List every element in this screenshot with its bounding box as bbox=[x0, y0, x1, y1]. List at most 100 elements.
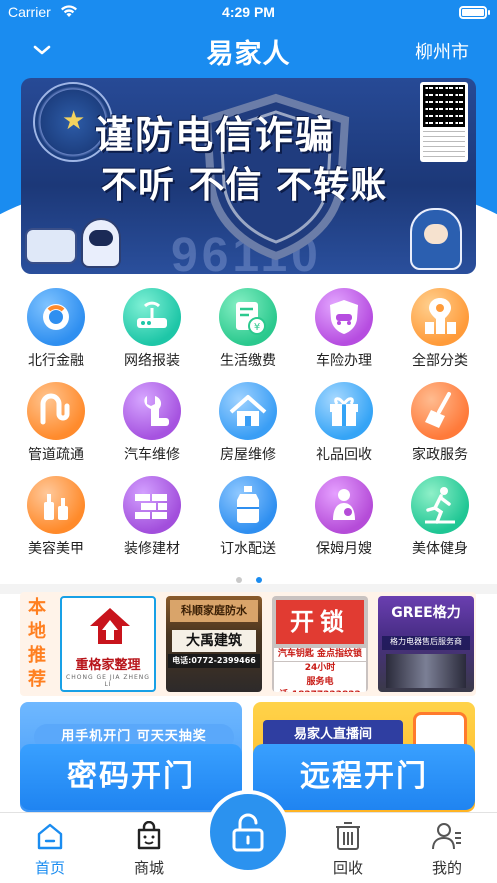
tab-label: 商城 bbox=[133, 859, 164, 877]
service-bank-finance[interactable]: 北行金融 bbox=[10, 286, 102, 380]
service-label: 美容美甲 bbox=[28, 541, 84, 557]
water-bottle-icon bbox=[219, 476, 277, 534]
unlock-center-button[interactable] bbox=[206, 790, 290, 874]
service-label: 网络报装 bbox=[124, 353, 180, 369]
service-gift-recycle[interactable]: 礼品回收 bbox=[298, 380, 390, 474]
service-house-repair[interactable]: 房屋维修 bbox=[202, 380, 294, 474]
card-line: 汽车钥匙 金点指纹锁 bbox=[274, 648, 366, 661]
promo-password-door[interactable]: 用手机开门 可天天抽奖 密码开门 bbox=[20, 702, 242, 812]
grid-pager bbox=[0, 568, 497, 583]
card-sign: 科顺家庭防水 bbox=[170, 600, 258, 622]
qr-code-icon bbox=[420, 82, 468, 162]
bricks-icon bbox=[123, 476, 181, 534]
star-icon: ★ bbox=[62, 106, 86, 136]
qr-caption-lines bbox=[423, 131, 465, 161]
unlock-icon bbox=[232, 813, 264, 852]
tab-label: 回收 bbox=[332, 859, 363, 877]
card-phone: 电话:0772-2399466 bbox=[168, 654, 260, 668]
service-label: 美体健身 bbox=[412, 541, 468, 557]
service-all-categories[interactable]: 全部分类 bbox=[394, 286, 486, 380]
bank-finance-icon bbox=[27, 288, 85, 346]
service-beauty-nails[interactable]: 美容美甲 bbox=[10, 474, 102, 568]
service-nanny[interactable]: 保姆月嫂 bbox=[298, 474, 390, 568]
remote-open-button[interactable]: 远程开门 bbox=[253, 744, 475, 810]
service-row: 管道疏通 汽车维修 房屋维修 礼品回收 家政服务 bbox=[10, 380, 487, 474]
service-housekeeping[interactable]: 家政服务 bbox=[394, 380, 486, 474]
password-open-button[interactable]: 密码开门 bbox=[20, 744, 242, 810]
status-bar: Carrier 4:29 PM bbox=[0, 0, 497, 26]
service-label: 全部分类 bbox=[412, 353, 468, 369]
service-label: 北行金融 bbox=[28, 353, 84, 369]
service-fitness[interactable]: 美体健身 bbox=[394, 474, 486, 568]
nav-bar: 易家人 柳州市 bbox=[0, 30, 497, 74]
shopping-bag-icon bbox=[137, 821, 161, 850]
service-label: 保姆月嫂 bbox=[316, 541, 372, 557]
service-water-delivery[interactable]: 订水配送 bbox=[202, 474, 294, 568]
banner-title: 谨防电信诈骗 bbox=[95, 113, 336, 157]
service-car-repair[interactable]: 汽车维修 bbox=[106, 380, 198, 474]
local-recommend-label: 本地推荐 bbox=[28, 597, 46, 690]
tab-mine[interactable]: 我的 bbox=[407, 819, 487, 879]
local-card-gree[interactable]: GREE格力 格力电器售后服务商 bbox=[378, 596, 474, 692]
police-car-icon bbox=[25, 228, 77, 264]
house-repair-icon bbox=[219, 382, 277, 440]
card-title: 重格家整理 bbox=[75, 658, 141, 673]
service-row: 美容美甲 装修建材 订水配送 保姆月嫂 美体健身 bbox=[10, 474, 487, 568]
tab-label: 首页 bbox=[34, 859, 65, 877]
service-label: 生活缴费 bbox=[220, 353, 276, 369]
service-label: 家政服务 bbox=[412, 447, 468, 463]
profile-icon bbox=[432, 823, 461, 850]
battery-icon bbox=[459, 6, 490, 19]
card-store: 格力电器售后服务商 bbox=[382, 636, 470, 650]
promo-remote-door[interactable]: 易家人直播间 远程开门 bbox=[253, 702, 475, 812]
pager-dot[interactable] bbox=[235, 577, 242, 583]
all-categories-icon bbox=[411, 288, 469, 346]
card-subtitle: CHONG GE JIA ZHENG LI bbox=[66, 674, 150, 688]
local-card-locksmith[interactable]: 开锁 汽车钥匙 金点指纹锁 24小时 18277223822 服务电话:1827… bbox=[272, 596, 368, 692]
local-card-construction[interactable]: 科顺家庭防水 大禹建筑 电话:0772-2399466 bbox=[166, 596, 262, 692]
tab-recycle[interactable]: 回收 bbox=[308, 819, 388, 879]
service-network-install[interactable]: 网络报装 bbox=[106, 286, 198, 380]
city-selector[interactable]: 柳州市 bbox=[415, 38, 469, 64]
service-label: 房屋维修 bbox=[220, 447, 276, 463]
pager-dot-active[interactable] bbox=[255, 577, 262, 583]
service-building-materials[interactable]: 装修建材 bbox=[106, 474, 198, 568]
card-title: 大禹建筑 bbox=[172, 630, 256, 652]
svg-text:¥: ¥ bbox=[254, 322, 260, 333]
local-card-organizer[interactable]: 重格家整理 CHONG GE JIA ZHENG LI bbox=[60, 596, 156, 692]
recycle-bin-icon bbox=[336, 822, 360, 850]
service-label: 订水配送 bbox=[220, 541, 276, 557]
service-label: 装修建材 bbox=[124, 541, 180, 557]
storefront-image bbox=[386, 654, 466, 688]
app-root: Carrier 4:29 PM 易家人 柳州市 96110 ★ 谨防电信诈骗 不… bbox=[0, 0, 497, 883]
router-icon bbox=[123, 288, 181, 346]
service-label: 礼品回收 bbox=[316, 447, 372, 463]
mascot-icon bbox=[410, 208, 462, 270]
service-label: 车险办理 bbox=[316, 353, 372, 369]
fitness-icon bbox=[411, 476, 469, 534]
tab-home[interactable]: 首页 bbox=[10, 819, 90, 879]
service-label: 汽车维修 bbox=[124, 447, 180, 463]
status-time: 4:29 PM bbox=[222, 4, 275, 20]
service-pipe-dredging[interactable]: 管道疏通 bbox=[10, 380, 102, 474]
card-sign: 开锁 bbox=[276, 600, 364, 644]
tab-mall[interactable]: 商城 bbox=[109, 819, 189, 879]
service-bill-payment[interactable]: ¥ 生活缴费 bbox=[202, 286, 294, 380]
service-car-insurance[interactable]: 车险办理 bbox=[298, 286, 390, 380]
beauty-icon bbox=[27, 476, 85, 534]
banner-subtitle: 不听 不信 不转账 bbox=[101, 165, 388, 206]
pipe-icon bbox=[27, 382, 85, 440]
gift-icon bbox=[315, 382, 373, 440]
local-recommend: 本地推荐 重格家整理 CHONG GE JIA ZHENG LI 科顺家庭防水 … bbox=[20, 592, 476, 696]
house-logo-icon bbox=[90, 608, 130, 644]
wrench-icon bbox=[123, 382, 181, 440]
tab-label: 我的 bbox=[431, 859, 462, 877]
nanny-icon bbox=[315, 476, 373, 534]
service-row: 北行金融 网络报装 ¥ 生活缴费 车险办理 全部分类 bbox=[10, 286, 487, 380]
card-line: 服务电话:18277223822 bbox=[274, 676, 366, 692]
promo-banner[interactable]: 96110 ★ 谨防电信诈骗 不听 不信 不转账 bbox=[21, 78, 476, 274]
broom-icon bbox=[411, 382, 469, 440]
card-brand: GREE格力 bbox=[391, 605, 461, 621]
service-label: 管道疏通 bbox=[28, 447, 84, 463]
bill-icon: ¥ bbox=[219, 288, 277, 346]
